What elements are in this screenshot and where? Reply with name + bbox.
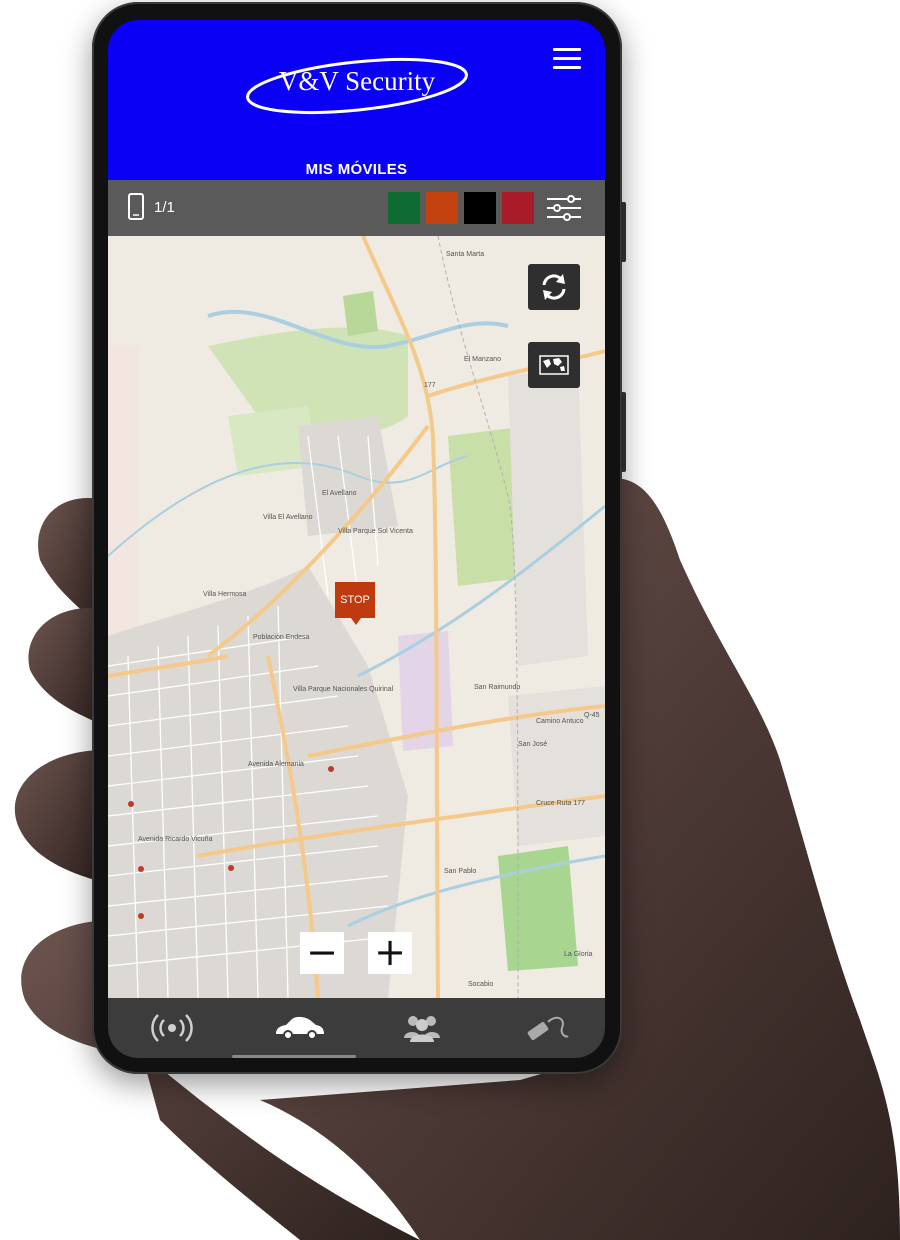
map-label: Avenida Ricardo Vicuña [138,836,213,843]
group-icon [404,1016,440,1042]
nav-vehicles[interactable] [254,998,334,1058]
map-label: Villa Parque Nacionales Quirinal [293,686,394,693]
home-indicator [232,1055,356,1058]
power-button [621,392,626,472]
nav-key[interactable] [502,998,582,1058]
map-label: Avenida Alemania [248,761,304,768]
zoom-out-button[interactable]: − [300,932,344,974]
map-label: Villa Hermosa [203,591,247,598]
logo-text: V&V Security [278,66,436,96]
car-icon [276,1016,324,1040]
map-label: Cruce Ruta 177 [536,800,586,807]
map-label: San Raimundo [474,684,521,691]
map-layers-button[interactable] [528,342,580,388]
nav-broadcast[interactable] [130,998,210,1058]
key-icon [527,1016,569,1041]
phone-screen: V&V Security MIS MÓVILES 1/1 El Avellano… [108,20,605,1058]
zoom-in-button[interactable]: + [368,932,412,974]
map-label: El Manzano [464,356,501,363]
refresh-icon [542,274,566,300]
map-label: San José [518,741,548,748]
broadcast-icon [151,1014,193,1042]
map-label: Población Endesa [253,634,310,641]
map-label: Socabio [468,981,494,988]
toolbar: 1/1 [108,180,605,236]
map-label: La Gloria [564,951,593,958]
map-label: Camino Antuco [536,718,584,725]
map-label: 177 [424,382,436,389]
world-map-icon [539,355,569,375]
color-filter-orange[interactable] [426,192,458,224]
page-title: MIS MÓVILES [305,161,408,178]
nav-groups[interactable] [380,998,460,1058]
map-label: San Pablo [444,868,477,875]
bottom-navigation [108,998,605,1058]
sliders-icon[interactable] [547,194,581,222]
map-label: Villa Parque Sol Vicenta [338,528,413,535]
map-label: El Avellano [322,490,357,497]
volume-button [621,202,626,262]
app-logo: V&V Security [242,54,472,116]
stop-marker[interactable]: STOP [335,582,375,625]
app-header: V&V Security MIS MÓVILES [108,20,605,180]
color-filter-black[interactable] [464,192,496,224]
map-label: Santa Marta [446,251,485,258]
color-filter-red[interactable] [502,192,534,224]
map-label: Q-45 [584,712,600,719]
color-filter-green[interactable] [388,192,420,224]
map-label: Villa El Avellano [263,514,313,521]
hamburger-menu-icon[interactable] [553,48,581,70]
refresh-button[interactable] [528,264,580,310]
smartphone-icon [128,193,144,220]
device-counter: 1/1 [154,199,175,216]
map-view[interactable]: El Avellano Villa El Avellano Villa Parq… [108,236,605,998]
